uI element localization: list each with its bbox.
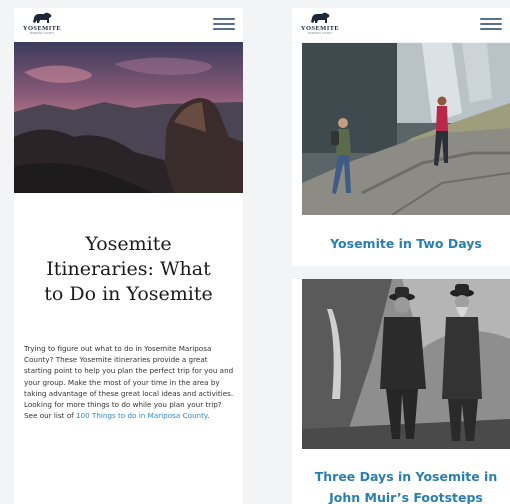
hikers-waterfall-image (302, 43, 510, 215)
half-dome-sunset-image (14, 42, 243, 193)
things-to-do-link[interactable]: 100 Things to do in Mariposa County (76, 411, 207, 420)
itinerary-list-screen: YOSEMITE MARIPOSA COUNTY Yosemite in Two… (292, 8, 510, 504)
logo-subtext: MARIPOSA COUNTY (29, 32, 55, 35)
itinerary-card-title[interactable]: Three Days in Yosemite in John Muir’s Fo… (302, 466, 510, 504)
itinerary-card[interactable]: Yosemite in Two Days (292, 43, 510, 266)
header: YOSEMITE MARIPOSA COUNTY (14, 8, 243, 42)
site-logo[interactable]: YOSEMITE MARIPOSA COUNTY (22, 11, 62, 36)
logo-text: YOSEMITE (300, 25, 340, 32)
article-screen: YOSEMITE MARIPOSA COUNTY Yosemite Itiner… (14, 8, 243, 504)
itinerary-card[interactable]: Three Days in Yosemite in John Muir’s Fo… (292, 279, 510, 504)
logo-subtext: MARIPOSA COUNTY (307, 32, 333, 35)
bear-icon (33, 12, 52, 23)
intro-paragraph: Trying to figure out what to do in Yosem… (24, 344, 234, 421)
header: YOSEMITE MARIPOSA COUNTY (292, 8, 510, 42)
logo-text: YOSEMITE (22, 25, 62, 32)
site-logo[interactable]: YOSEMITE MARIPOSA COUNTY (300, 11, 340, 36)
roosevelt-muir-photo (302, 279, 510, 449)
bear-icon (311, 12, 330, 23)
hamburger-menu-icon[interactable] (480, 15, 502, 33)
itinerary-card-title[interactable]: Yosemite in Two Days (302, 233, 510, 254)
hamburger-menu-icon[interactable] (213, 15, 235, 33)
page-title: Yosemite Itineraries: What to Do in Yose… (44, 233, 213, 305)
